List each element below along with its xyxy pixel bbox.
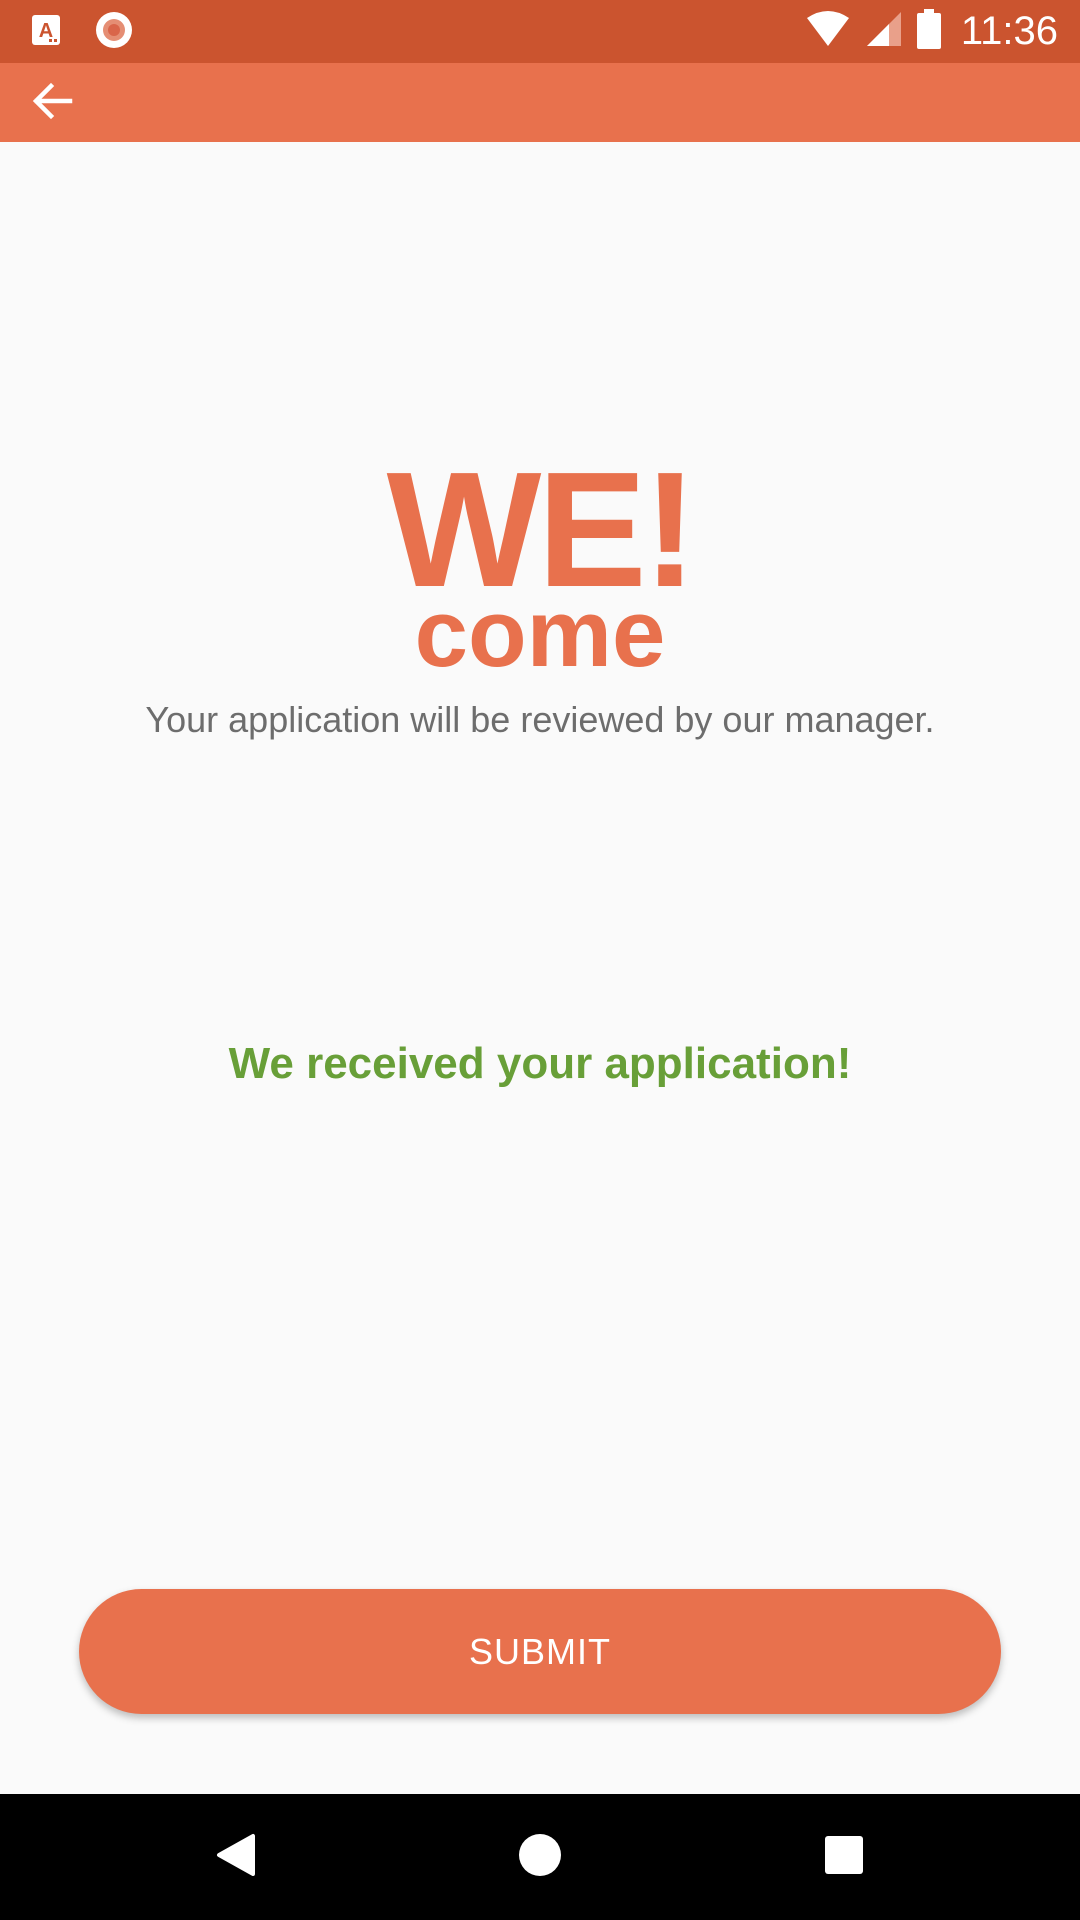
cell-signal-icon (865, 10, 903, 53)
review-subtitle: Your application will be reviewed by our… (145, 699, 935, 740)
nav-back-button[interactable] (166, 1794, 306, 1920)
status-bar: A 11:36 (0, 0, 1080, 63)
record-icon (94, 10, 134, 55)
battery-icon (916, 8, 941, 54)
back-triangle-icon (215, 1832, 257, 1883)
arrow-left-icon (30, 79, 74, 128)
logo-come: come (414, 580, 666, 687)
status-time: 11:36 (960, 8, 1058, 53)
svg-text:A: A (39, 20, 53, 42)
nav-recents-button[interactable] (774, 1794, 914, 1920)
home-circle-icon (518, 1833, 562, 1882)
status-right-icons: 11:36 (805, 6, 1058, 56)
wifi-icon (805, 10, 851, 53)
confirmation-message: We received your application! (228, 1039, 852, 1088)
back-button[interactable] (20, 71, 84, 135)
status-left-icons: A (30, 10, 134, 55)
recents-square-icon (824, 1835, 864, 1880)
app-bar (0, 63, 1080, 142)
submit-button[interactable]: SUBMIT (79, 1589, 1001, 1714)
app-a-icon: A (30, 13, 62, 52)
system-nav-bar (0, 1794, 1080, 1920)
nav-home-button[interactable] (470, 1794, 610, 1920)
